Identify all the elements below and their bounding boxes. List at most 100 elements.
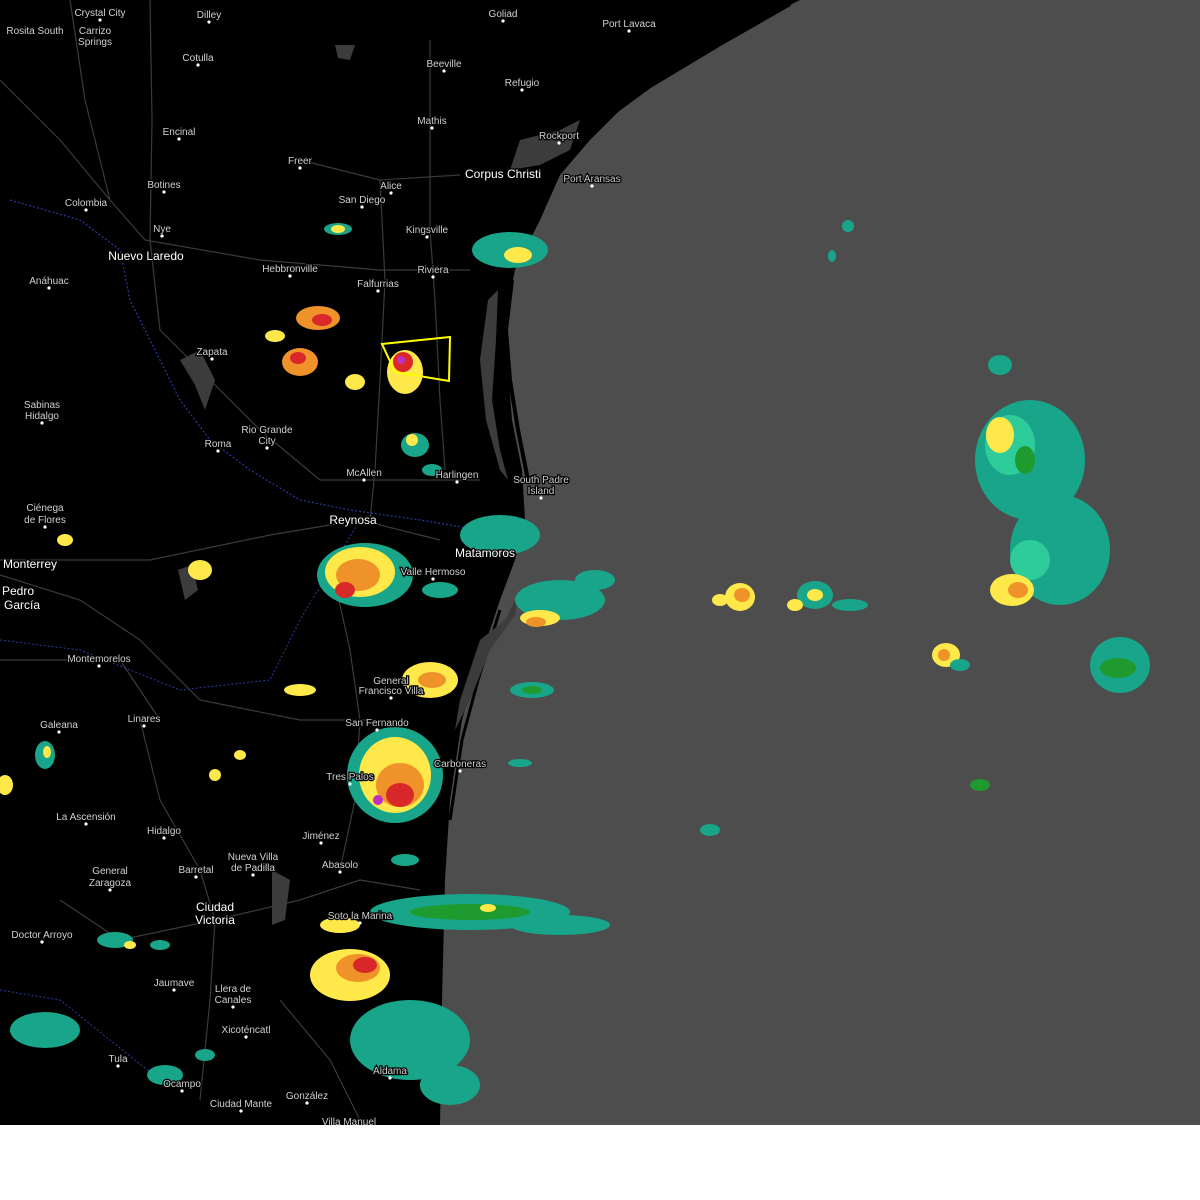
city-label-sabinas: Sabinas bbox=[24, 400, 60, 411]
city-marker bbox=[425, 235, 429, 239]
city-marker bbox=[231, 1005, 235, 1009]
city-marker bbox=[207, 20, 211, 24]
city-marker bbox=[455, 480, 459, 484]
roads bbox=[0, 0, 480, 1121]
city-label-garcia: García bbox=[4, 598, 40, 612]
city-label-villa-manuel: Villa Manuel bbox=[322, 1117, 376, 1125]
city-label-ciudad-mante: Ciudad Mante bbox=[210, 1099, 273, 1110]
city-label-south-padre: South Padre bbox=[513, 475, 569, 486]
city-label-nuevo-laredo: Nuevo Laredo bbox=[108, 249, 184, 263]
city-marker bbox=[430, 126, 434, 130]
city-marker bbox=[501, 19, 505, 23]
city-label-linares: Linares bbox=[128, 714, 161, 725]
city-label-falfurrias: Falfurrias bbox=[357, 279, 399, 290]
city-marker bbox=[97, 664, 101, 668]
city-label-victoria: Victoria bbox=[195, 913, 235, 927]
city-label-barretal: Barretal bbox=[178, 865, 213, 876]
city-marker bbox=[288, 274, 292, 278]
city-label-harlingen: Harlingen bbox=[436, 470, 479, 481]
city-marker bbox=[210, 357, 214, 361]
city-marker bbox=[305, 1101, 309, 1105]
city-marker bbox=[116, 1064, 120, 1068]
city-marker bbox=[57, 730, 61, 734]
city-marker bbox=[348, 782, 352, 786]
city-marker bbox=[172, 988, 176, 992]
city-label-tula: Tula bbox=[108, 1054, 128, 1065]
city-label-corpus-christi: Corpus Christi bbox=[465, 167, 541, 181]
reservoir bbox=[272, 870, 290, 925]
city-marker bbox=[375, 728, 379, 732]
city-label-rio-grande: Rio Grande bbox=[241, 425, 293, 436]
city-marker bbox=[142, 724, 146, 728]
city-label-canales: Canales bbox=[215, 995, 252, 1006]
city-marker bbox=[216, 449, 220, 453]
city-label-roma: Roma bbox=[205, 439, 232, 450]
city-marker bbox=[590, 184, 594, 188]
city-label-rockport: Rockport bbox=[539, 131, 579, 142]
city-marker bbox=[180, 1089, 184, 1093]
city-label-carboneras: Carboneras bbox=[434, 759, 486, 770]
city-marker bbox=[627, 29, 631, 33]
city-label-hidalgo: Hidalgo bbox=[147, 826, 181, 837]
reservoir bbox=[335, 45, 355, 60]
city-label-port-aransas: Port Aransas bbox=[563, 174, 620, 185]
city-label-cienega: Ciénega bbox=[26, 503, 64, 514]
city-label-de-padilla: de Padilla bbox=[231, 863, 275, 874]
city-label-mathis: Mathis bbox=[417, 116, 446, 127]
city-label-hebbronville: Hebbronville bbox=[262, 264, 318, 275]
city-label-mcallen: McAllen bbox=[346, 468, 382, 479]
city-label-city: City bbox=[258, 436, 275, 447]
city-marker bbox=[458, 769, 462, 773]
city-label-soto-la-marina: Soto la Marina bbox=[328, 911, 393, 922]
city-label-crystal-city: Crystal City bbox=[74, 8, 125, 19]
city-label-goliad: Goliad bbox=[489, 9, 518, 20]
city-label-encinal: Encinal bbox=[163, 127, 196, 138]
city-label-reynosa: Reynosa bbox=[329, 513, 377, 527]
city-marker bbox=[98, 18, 102, 22]
city-label-carrizo: Carrizo bbox=[79, 26, 112, 37]
city-label-francisco-villa: Francisco Villa bbox=[359, 686, 424, 697]
city-label-hidalgo: Hidalgo bbox=[25, 411, 59, 422]
city-marker bbox=[162, 836, 166, 840]
city-label-llera-de: Llera de bbox=[215, 984, 252, 995]
city-marker bbox=[388, 1076, 392, 1080]
radar-map[interactable]: Crystal City Dilley Goliad Port Lavaca Rosit… bbox=[0, 0, 1200, 1125]
city-marker bbox=[84, 822, 88, 826]
city-marker bbox=[108, 888, 112, 892]
city-marker bbox=[298, 166, 302, 170]
city-label-beeville: Beeville bbox=[426, 59, 461, 70]
city-marker bbox=[520, 88, 524, 92]
city-label-monterrey: Monterrey bbox=[3, 557, 57, 571]
city-marker bbox=[196, 63, 200, 67]
city-label-gonzalez: González bbox=[286, 1091, 328, 1102]
city-label-san-diego: San Diego bbox=[339, 195, 386, 206]
city-label-abasolo: Abasolo bbox=[322, 860, 359, 871]
map-canvas[interactable]: Crystal City Dilley Goliad Port Lavaca Rosit… bbox=[0, 0, 1200, 1125]
city-label-de-flores: de Flores bbox=[24, 515, 66, 526]
city-marker bbox=[557, 141, 561, 145]
city-label-rosita-south: Rosita South bbox=[6, 26, 63, 37]
city-label-anahuac: Anáhuac bbox=[29, 276, 68, 287]
city-label-jimenez: Jiménez bbox=[302, 831, 339, 842]
city-label-pedro: Pedro bbox=[2, 584, 34, 598]
city-label-nye: Nye bbox=[153, 224, 171, 235]
city-marker bbox=[177, 137, 181, 141]
city-marker bbox=[539, 496, 543, 500]
city-label-zaragoza: Zaragoza bbox=[89, 878, 132, 889]
city-marker bbox=[389, 696, 393, 700]
city-marker bbox=[251, 873, 255, 877]
city-label-refugio: Refugio bbox=[505, 78, 540, 89]
city-marker bbox=[40, 940, 44, 944]
city-label-ciudad: Ciudad bbox=[196, 900, 234, 914]
city-marker bbox=[338, 870, 342, 874]
city-label-ocampo: Ocampo bbox=[163, 1079, 201, 1090]
city-label-cotulla: Cotulla bbox=[182, 53, 214, 64]
city-marker bbox=[389, 191, 393, 195]
city-marker bbox=[160, 234, 164, 238]
city-marker bbox=[265, 446, 269, 450]
city-label-island: Island bbox=[528, 486, 555, 497]
city-marker bbox=[47, 286, 51, 290]
city-marker bbox=[43, 525, 47, 529]
city-marker bbox=[40, 421, 44, 425]
city-marker bbox=[431, 577, 435, 581]
